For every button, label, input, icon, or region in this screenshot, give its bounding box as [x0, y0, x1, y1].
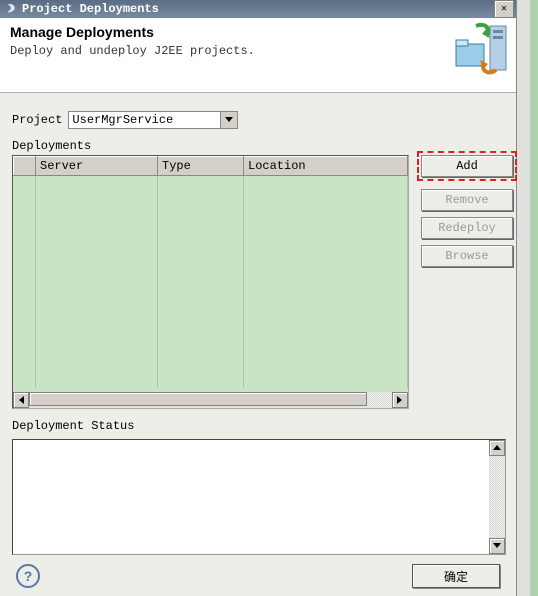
scroll-up-button[interactable] [489, 440, 505, 456]
side-buttons: Add Remove Redeploy Browse [421, 155, 513, 267]
triangle-left-icon [18, 396, 24, 404]
close-icon: ✕ [501, 3, 507, 15]
column-server[interactable]: Server [36, 157, 158, 176]
project-row: Project [12, 111, 516, 129]
column-location[interactable]: Location [244, 157, 408, 176]
horizontal-scrollbar[interactable] [13, 392, 408, 408]
project-input[interactable] [68, 111, 238, 129]
status-label: Deployment Status [12, 419, 516, 433]
scroll-thumb[interactable] [29, 392, 367, 406]
project-deployments-dialog: Project Deployments ✕ Manage Deployments… [0, 0, 517, 596]
vertical-scrollbar[interactable] [489, 440, 505, 554]
triangle-down-icon [493, 543, 501, 549]
window-title: Project Deployments [22, 2, 159, 16]
table-body-empty [14, 176, 408, 389]
ok-button[interactable]: 确定 [412, 564, 500, 588]
triangle-up-icon [493, 445, 501, 451]
table-header-row: Server Type Location [14, 157, 408, 176]
page-subtitle: Deploy and undeploy J2EE projects. [10, 44, 506, 58]
close-button[interactable]: ✕ [494, 0, 514, 18]
triangle-right-icon [397, 396, 403, 404]
status-textarea[interactable] [12, 439, 506, 555]
scroll-track-v[interactable] [489, 456, 505, 538]
add-button[interactable]: Add [421, 155, 513, 177]
dialog-body: Project Deployments Ser [0, 93, 516, 565]
help-icon: ? [24, 568, 33, 584]
app-icon [4, 2, 18, 16]
help-button[interactable]: ? [16, 564, 40, 588]
deployments-table-wrap: Server Type Location [12, 155, 409, 409]
redeploy-button: Redeploy [421, 217, 513, 239]
deploy-illustration-icon [452, 20, 512, 76]
scroll-left-button[interactable] [13, 392, 29, 408]
chevron-down-icon [225, 117, 233, 123]
background-strip [530, 0, 538, 596]
scroll-right-button[interactable] [392, 392, 408, 408]
footer: ? 确定 [0, 556, 516, 596]
browse-button: Browse [421, 245, 513, 267]
scroll-track[interactable] [29, 392, 392, 408]
deployments-area: Server Type Location [12, 155, 516, 409]
deployments-table[interactable]: Server Type Location [13, 156, 408, 388]
column-type[interactable]: Type [158, 157, 244, 176]
column-blank[interactable] [14, 157, 36, 176]
project-combo[interactable] [68, 111, 238, 129]
remove-button: Remove [421, 189, 513, 211]
page-title: Manage Deployments [10, 24, 506, 40]
header-panel: Manage Deployments Deploy and undeploy J… [0, 18, 516, 93]
project-label: Project [12, 113, 62, 127]
project-dropdown-arrow[interactable] [220, 112, 237, 128]
add-highlight: Add [417, 151, 517, 181]
title-bar[interactable]: Project Deployments ✕ [0, 0, 516, 18]
scroll-down-button[interactable] [489, 538, 505, 554]
background-edge [516, 0, 530, 596]
